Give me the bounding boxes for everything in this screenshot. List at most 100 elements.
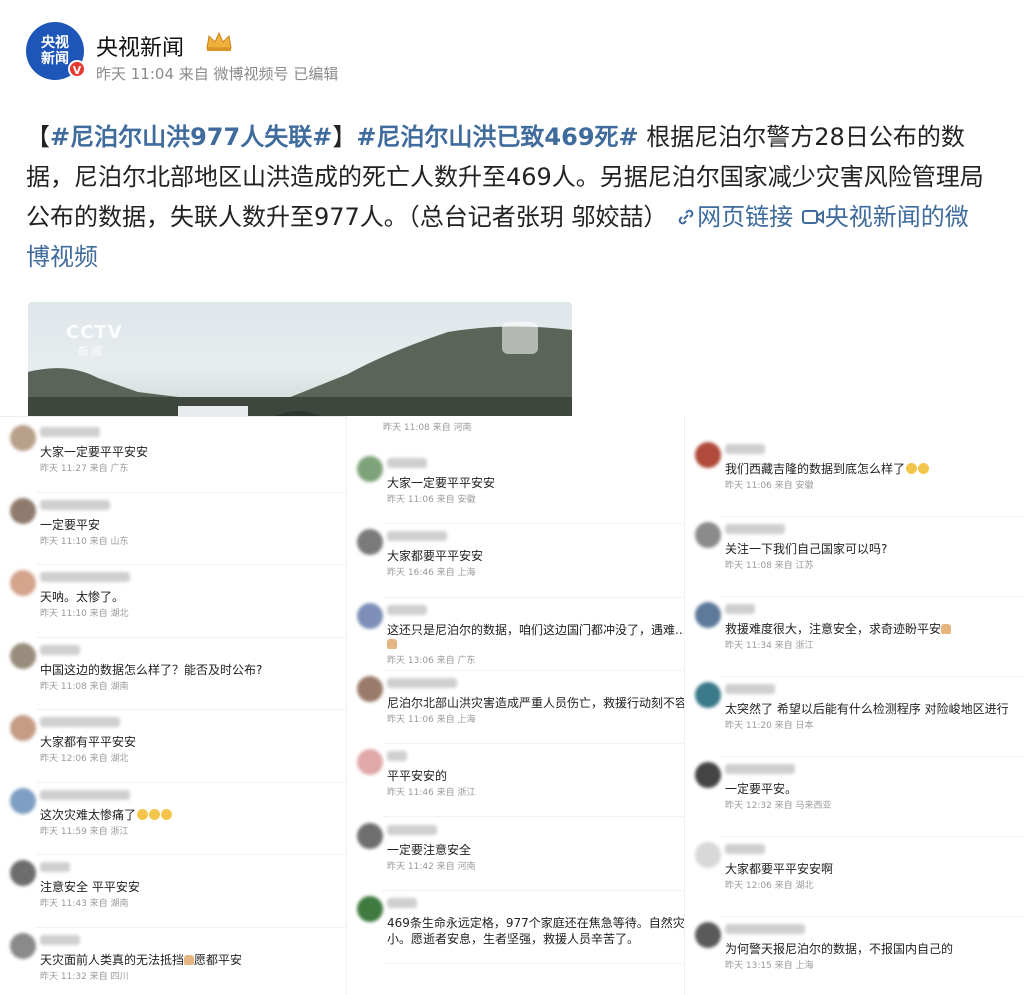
comment-text: 中国这边的数据怎么样了？能否及时公布? — [40, 662, 263, 677]
comment-item: 中国这边的数据怎么样了？能否及时公布? 昨天 11:08 来自 湖南 — [0, 639, 346, 712]
comment-item: 一定要注意安全 昨天 11:42 来自 河南 — [347, 819, 684, 892]
comment-time: 昨天 11:08 来自 湖南 — [40, 681, 129, 692]
pray-emoji-icon — [184, 954, 195, 965]
commenter-name-blurred[interactable] — [387, 897, 417, 908]
commenter-name-blurred[interactable] — [40, 862, 70, 872]
comment-text: 为何警天报尼泊尔的数据，不报国内自己的 — [725, 942, 954, 956]
web-link[interactable]: 网页链接 — [675, 203, 793, 231]
commenter-avatar[interactable] — [10, 642, 36, 669]
commenter-name-blurred[interactable] — [387, 604, 427, 615]
commenter-name-blurred[interactable] — [387, 677, 457, 688]
commenter-avatar[interactable] — [10, 497, 36, 524]
video-preview[interactable]: CCTV 新闻 — [28, 302, 572, 420]
hashtag-deaths[interactable]: #尼泊尔山洪已致469死# — [356, 123, 638, 151]
video-badge — [502, 322, 538, 354]
comment-text: 大家都有平平安安 — [40, 735, 137, 749]
comment-time: 昨天 11:06 来自 上海 — [387, 714, 476, 725]
commenter-name-blurred[interactable] — [387, 458, 427, 468]
commenter-avatar[interactable] — [357, 529, 383, 556]
commenter-name-blurred[interactable] — [387, 824, 437, 835]
author-avatar[interactable]: 央视 新闻 V — [26, 22, 86, 80]
commenter-name-blurred[interactable] — [40, 572, 130, 582]
commenter-avatar[interactable] — [357, 822, 383, 849]
commenter-name-blurred[interactable] — [725, 444, 765, 454]
link-icon — [678, 209, 694, 225]
comment-divider — [721, 516, 1024, 517]
commenter-name-blurred[interactable] — [725, 524, 785, 534]
commenter-name-blurred[interactable] — [40, 499, 110, 510]
comment-divider — [721, 676, 1024, 677]
commenter-name-blurred[interactable] — [725, 924, 805, 934]
comment-item: 太突然了 希望以后能有什么检测程序 对险峻地区进行 昨天 11:20 来自 日本 — [685, 678, 1024, 758]
commenter-avatar[interactable] — [10, 570, 36, 596]
commenter-name-blurred[interactable] — [40, 644, 80, 655]
commenter-avatar[interactable] — [10, 860, 36, 886]
author-name[interactable]: 央视新闻 — [96, 30, 184, 62]
emoji-icon — [918, 463, 930, 474]
cctv-watermark: CCTV 新闻 — [66, 322, 123, 358]
comment-divider — [36, 781, 346, 783]
commenter-avatar[interactable] — [357, 749, 383, 776]
commenter-name-blurred[interactable] — [725, 684, 775, 694]
commenter-avatar[interactable] — [695, 762, 721, 788]
hashtag-missing[interactable]: #尼泊尔山洪977人失联# — [50, 123, 332, 151]
comment-divider — [721, 836, 1024, 837]
commenter-name-blurred[interactable] — [725, 764, 795, 774]
comment-time: 昨天 13:15 来自 上海 — [725, 961, 814, 971]
comment-divider — [383, 523, 684, 525]
post-meta: 昨天 11:04 来自 微博视频号 已编辑 — [96, 63, 338, 84]
commenter-avatar[interactable] — [695, 922, 721, 948]
commenter-avatar[interactable] — [10, 932, 36, 959]
pray-emoji-icon — [387, 638, 397, 649]
comment-emoji-line — [387, 637, 397, 651]
comment-item: 一定要平安 昨天 11:10 来自 山东 — [0, 494, 346, 567]
comment-time: 昨天 11:42 来自 河南 — [387, 861, 476, 872]
comment-text: 天灾面前人类真的无法抵挡 愿都平安 — [40, 952, 243, 967]
commenter-avatar[interactable] — [10, 787, 36, 814]
commenter-avatar[interactable] — [695, 442, 721, 468]
commenter-name-blurred[interactable] — [40, 789, 130, 800]
commenter-name-blurred[interactable] — [40, 934, 80, 945]
commenter-name-blurred[interactable] — [725, 844, 765, 854]
commenter-avatar[interactable] — [695, 682, 721, 708]
post-source[interactable]: 来自 微博视频号 — [179, 65, 289, 83]
commenter-avatar[interactable] — [10, 715, 36, 741]
commenter-name-blurred[interactable] — [40, 717, 120, 727]
comment-item: 为何警天报尼泊尔的数据，不报国内自己的昨天 13:15 来自 上海 — [685, 918, 1024, 995]
commenter-name-blurred[interactable] — [387, 751, 407, 762]
comment-divider — [721, 756, 1024, 757]
comment-item: 天灾面前人类真的无法抵挡 愿都平安 昨天 11:32 来自 四川 — [0, 929, 346, 995]
comment-item: 救援难度很大，注意安全，求奇迹盼平安 昨天 11:34 来自 浙江 — [685, 598, 1024, 678]
commenter-name-blurred[interactable] — [725, 604, 755, 614]
comment-text: 尼泊尔北部山洪灾害造成严重人员伤亡，救援行动刻不容 — [387, 695, 684, 710]
comment-divider — [36, 709, 346, 710]
comment-divider — [36, 564, 346, 565]
comment-divider — [383, 669, 684, 671]
commenter-name-blurred[interactable] — [387, 531, 447, 542]
comment-text: 救援难度很大，注意安全，求奇迹盼平安 — [725, 620, 952, 637]
post-body: 【#尼泊尔山洪977人失联#】#尼泊尔山洪已致469死# 根据尼泊尔警方28日公… — [26, 117, 986, 277]
commenter-name-blurred[interactable] — [40, 427, 100, 437]
commenter-avatar[interactable] — [10, 425, 36, 451]
commenter-avatar[interactable] — [357, 675, 383, 702]
comment-item: 尼泊尔北部山洪灾害造成严重人员伤亡，救援行动刻不容昨天 11:06 来自 上海 — [347, 672, 684, 745]
commenter-avatar[interactable] — [695, 522, 721, 548]
comment-time: 昨天 11:46 来自 浙江 — [387, 788, 476, 799]
comment-time: 昨天 11:08 来自 河南 — [383, 423, 472, 433]
commenter-avatar[interactable] — [357, 602, 383, 629]
commenter-avatar[interactable] — [695, 842, 721, 868]
comment-item: 我们西藏吉隆的数据到底怎么样了 昨天 11:06 来自 安徽 — [685, 438, 1024, 518]
commenter-avatar[interactable] — [357, 895, 383, 922]
comment-time: 昨天 12:06 来自 湖北 — [40, 754, 129, 764]
comment-divider — [36, 926, 346, 928]
comment-divider — [383, 596, 684, 598]
comment-text: 平平安安的 — [387, 769, 448, 784]
commenter-avatar[interactable] — [695, 602, 721, 628]
comment-column-1: 大家一定要平平安安 昨天 11:27 来自 广东 一定要平安 昨天 11:10 来自 … — [0, 416, 346, 995]
commenter-avatar[interactable] — [357, 456, 383, 482]
comment-item: 大家都要平平安安 昨天 16:46 来自 上海 — [347, 525, 684, 598]
comment-text: 大家都要平平安安啊 — [725, 862, 834, 876]
comment-text: 大家都要平平安安 — [387, 549, 484, 564]
comment-item: 一定要平安。 昨天 12:32 来自 马来西亚 — [685, 758, 1024, 838]
comment-column-3: 我们西藏吉隆的数据到底怎么样了 昨天 11:06 来自 安徽 关注一下我们自己国家可… — [684, 416, 1024, 995]
